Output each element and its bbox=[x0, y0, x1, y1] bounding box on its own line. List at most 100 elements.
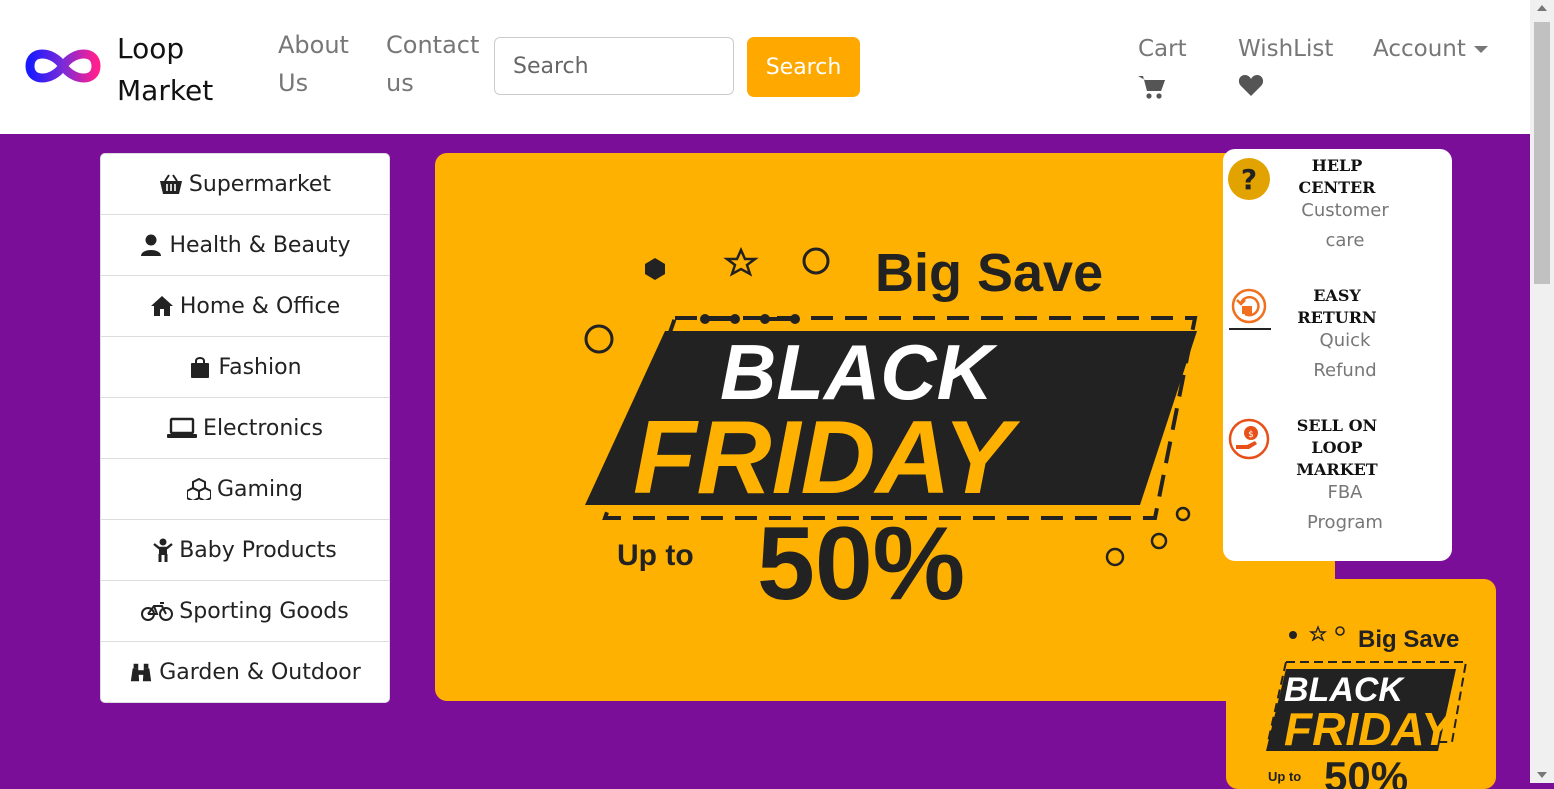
shopping-bag-icon bbox=[191, 357, 210, 378]
binoculars-icon bbox=[131, 663, 152, 681]
easy-return-item[interactable]: EASY RETURN Quick Refund bbox=[1223, 279, 1452, 409]
circle-decoration bbox=[1175, 506, 1191, 522]
nav-wishlist[interactable]: WishList bbox=[1238, 36, 1334, 96]
wishlist-label: WishList bbox=[1238, 36, 1334, 62]
circle-decoration bbox=[802, 247, 830, 275]
help-title-line: SELL ON bbox=[1296, 416, 1378, 435]
star-decoration bbox=[723, 246, 759, 277]
cart-icon bbox=[1138, 76, 1165, 99]
black-friday-banner[interactable]: Big Save BLACK FRIDAY Up to 50% bbox=[435, 153, 1335, 701]
category-label: Health & Beauty bbox=[169, 232, 351, 258]
category-item-electronics[interactable]: Electronics bbox=[101, 398, 389, 459]
bicycle-icon bbox=[141, 602, 174, 621]
help-sub-line: Quick bbox=[1319, 330, 1371, 351]
dot-decoration bbox=[760, 314, 770, 324]
star-decoration bbox=[1308, 625, 1328, 642]
category-item-supermarket[interactable]: Supermarket bbox=[101, 154, 389, 215]
up-to-text: Up to bbox=[1268, 769, 1301, 784]
percent-text: 50% bbox=[1324, 753, 1408, 789]
search-button[interactable]: Search bbox=[747, 37, 860, 97]
category-label: Garden & Outdoor bbox=[159, 660, 361, 685]
help-title-line: EASY bbox=[1313, 286, 1361, 305]
category-label: Fashion bbox=[218, 354, 302, 380]
percent-text: 50% bbox=[757, 506, 965, 622]
laptop-icon bbox=[167, 417, 198, 438]
category-item-health-beauty[interactable]: Health & Beauty bbox=[101, 215, 389, 276]
svg-text:$: $ bbox=[1248, 430, 1254, 440]
cart-label: Cart bbox=[1138, 36, 1187, 62]
nav-about-us[interactable]: About Us bbox=[278, 26, 349, 102]
category-item-sporting-goods[interactable]: Sporting Goods bbox=[101, 581, 389, 642]
scroll-up-icon[interactable] bbox=[1537, 5, 1547, 11]
help-center-subtitle: Customer care bbox=[1287, 196, 1403, 256]
black-friday-graphic-small: Big Save BLACK FRIDAY Up to 50% bbox=[1266, 625, 1468, 789]
child-icon bbox=[153, 538, 173, 562]
help-panel: ? HELP CENTER Customer care EASY RETURN … bbox=[1223, 149, 1452, 561]
big-save-text: Big Save bbox=[1358, 626, 1459, 653]
easy-return-title: EASY RETURN bbox=[1279, 285, 1395, 329]
user-icon bbox=[141, 234, 162, 256]
category-label: Electronics bbox=[203, 415, 323, 441]
dot-decoration bbox=[730, 314, 740, 324]
help-sub-line: FBA bbox=[1327, 482, 1363, 503]
circle-decoration bbox=[1105, 547, 1125, 567]
basket-icon bbox=[159, 174, 182, 194]
friday-text: FRIDAY bbox=[633, 400, 1021, 516]
nav-contact-line-1: Contact bbox=[386, 31, 480, 59]
brand-line-1: Loop bbox=[117, 32, 185, 65]
sell-on-loop-market-subtitle: FBA Program bbox=[1287, 478, 1403, 538]
page-scrollbar[interactable] bbox=[1530, 0, 1554, 783]
home-icon bbox=[150, 296, 173, 316]
help-sub-line: Customer bbox=[1301, 200, 1389, 221]
dot-decoration bbox=[790, 314, 800, 324]
help-sub-line: Program bbox=[1307, 512, 1383, 533]
hexagon-decoration bbox=[645, 258, 665, 280]
help-center-title: HELP CENTER bbox=[1279, 155, 1395, 199]
black-friday-banner-small[interactable]: Big Save BLACK FRIDAY Up to 50% bbox=[1226, 579, 1496, 789]
help-title-line: LOOP bbox=[1311, 438, 1363, 457]
help-center-item[interactable]: ? HELP CENTER Customer care bbox=[1223, 149, 1452, 279]
nav-about-line-1: About bbox=[278, 31, 349, 59]
category-item-gaming[interactable]: Gaming bbox=[101, 459, 389, 520]
search-input[interactable] bbox=[494, 37, 734, 95]
heart-icon bbox=[1238, 75, 1264, 96]
easy-return-subtitle: Quick Refund bbox=[1287, 326, 1403, 386]
chevron-down-icon bbox=[1473, 46, 1488, 53]
circle-decoration bbox=[584, 324, 614, 354]
brand-name[interactable]: Loop Market bbox=[117, 28, 213, 112]
category-label: Supermarket bbox=[188, 171, 332, 197]
help-sub-line: Refund bbox=[1313, 360, 1377, 381]
category-item-garden-outdoor[interactable]: Garden & Outdoor bbox=[101, 642, 389, 703]
cubes-icon bbox=[187, 478, 211, 500]
category-menu: Supermarket Health & Beauty Home & Offic… bbox=[100, 153, 390, 703]
category-label: Gaming bbox=[217, 476, 303, 502]
category-label: Baby Products bbox=[179, 537, 337, 563]
friday-text: FRIDAY bbox=[1284, 703, 1456, 755]
account-label: Account bbox=[1373, 36, 1466, 62]
category-item-home-office[interactable]: Home & Office bbox=[101, 276, 389, 337]
brand-line-2: Market bbox=[117, 74, 214, 107]
sell-on-loop-market-item[interactable]: $ SELL ON LOOP MARKET FBA Program bbox=[1223, 409, 1452, 559]
svg-text:?: ? bbox=[1241, 163, 1257, 196]
category-label: Sporting Goods bbox=[179, 598, 349, 624]
circle-decoration bbox=[1150, 532, 1168, 550]
dot-decoration bbox=[700, 314, 710, 324]
category-item-baby-products[interactable]: Baby Products bbox=[101, 520, 389, 581]
top-navbar: Loop Market About Us Contact us Search C… bbox=[0, 0, 1530, 134]
nav-contact-line-2: us bbox=[386, 69, 414, 97]
infinity-logo-icon[interactable] bbox=[22, 40, 104, 92]
category-item-fashion[interactable]: Fashion bbox=[101, 337, 389, 398]
help-sub-line: care bbox=[1325, 230, 1365, 251]
nav-account-dropdown[interactable]: Account bbox=[1373, 36, 1488, 62]
help-title-line: HELP bbox=[1311, 156, 1363, 175]
big-save-text: Big Save bbox=[875, 243, 1103, 303]
question-icon: ? bbox=[1228, 158, 1270, 200]
return-icon bbox=[1229, 288, 1271, 330]
nav-contact-us[interactable]: Contact us bbox=[386, 26, 479, 102]
scroll-thumb[interactable] bbox=[1534, 22, 1550, 284]
category-label: Home & Office bbox=[179, 293, 341, 319]
scroll-down-icon[interactable] bbox=[1537, 772, 1547, 778]
circle-decoration bbox=[1335, 626, 1345, 636]
nav-cart[interactable]: Cart bbox=[1138, 36, 1187, 99]
sell-on-loop-market-title: SELL ON LOOP MARKET bbox=[1279, 415, 1395, 481]
